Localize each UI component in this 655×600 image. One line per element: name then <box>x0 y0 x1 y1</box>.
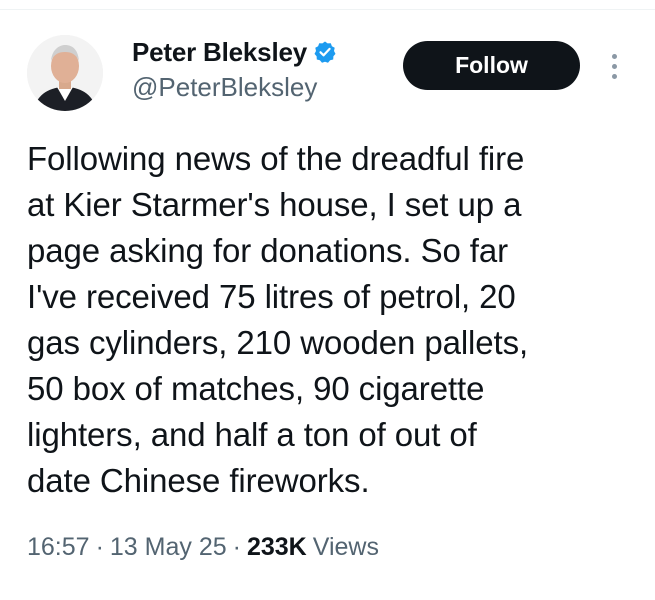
views-label: Views <box>312 533 379 561</box>
tweet-date[interactable]: 13 May 25 <box>110 533 227 562</box>
user-handle[interactable]: @PeterBleksley <box>132 72 337 103</box>
more-dots-icon[interactable] <box>602 48 626 84</box>
more-dot <box>611 63 617 69</box>
avatar[interactable] <box>27 35 103 111</box>
meta-separator: · <box>232 533 241 561</box>
tweet-card: Peter Bleksley @PeterBleksley Follow Fol… <box>0 0 655 600</box>
avatar-image <box>27 35 103 111</box>
more-dot <box>611 73 617 79</box>
meta-separator: · <box>95 533 104 561</box>
verified-badge-icon[interactable] <box>313 40 337 64</box>
author-block: Peter Bleksley @PeterBleksley <box>132 36 337 103</box>
tweet-text: Following news of the dreadful fire at K… <box>27 140 529 499</box>
views-count[interactable]: 233K <box>247 533 307 562</box>
name-row: Peter Bleksley <box>132 36 337 68</box>
tweet-meta: 16:57 · 13 May 25 · 233K Views <box>27 533 379 562</box>
follow-button[interactable]: Follow <box>403 41 580 90</box>
more-dot <box>611 53 617 59</box>
display-name[interactable]: Peter Bleksley <box>132 37 307 68</box>
tweet-time[interactable]: 16:57 <box>27 533 90 562</box>
